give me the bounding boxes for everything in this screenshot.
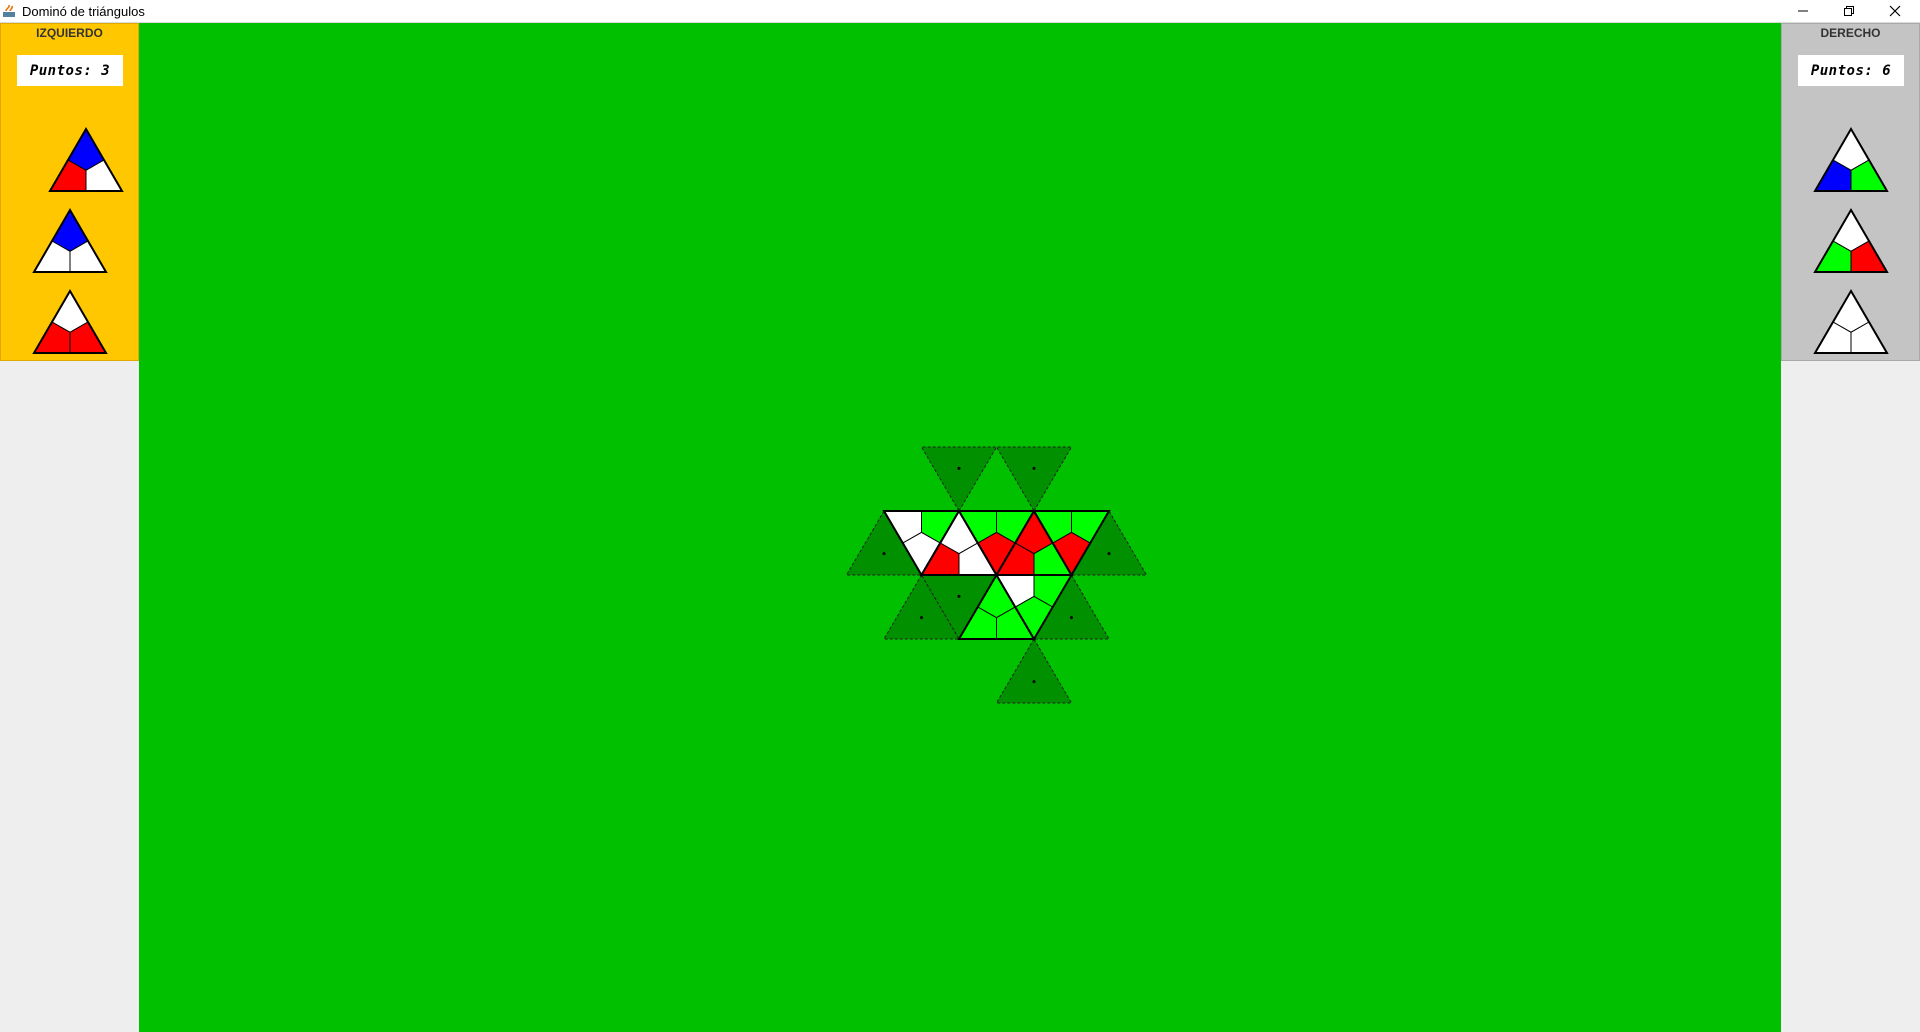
slot-dot — [1032, 466, 1036, 470]
left-hand-piece-2[interactable] — [32, 208, 108, 274]
close-icon — [1889, 5, 1901, 17]
board-canvas[interactable] — [139, 23, 1781, 1032]
restore-icon — [1844, 6, 1854, 16]
hand-piece-tile[interactable] — [32, 208, 108, 273]
right-player-name: DERECHO — [1820, 26, 1881, 40]
left-hand-piece-3[interactable] — [32, 289, 108, 355]
window-title: Dominó de triángulos — [22, 4, 145, 19]
slot-dot — [920, 616, 923, 620]
java-app-icon — [3, 4, 15, 17]
hand-piece-tile[interactable] — [32, 289, 108, 354]
hand-piece-tile[interactable] — [48, 127, 124, 192]
slot-dot — [882, 552, 886, 556]
hand-piece-tile[interactable] — [1813, 289, 1889, 354]
open-slot[interactable] — [995, 638, 1073, 704]
left-player-score: Puntos: 3 — [17, 55, 123, 86]
open-slot-shape — [995, 446, 1073, 512]
slot-dot — [957, 466, 961, 470]
hand-piece-tile[interactable] — [1813, 127, 1889, 192]
slot-dot — [1032, 680, 1036, 684]
slot-dot — [1107, 552, 1111, 556]
hand-piece-tile[interactable] — [1813, 208, 1889, 273]
slot-dot — [957, 594, 961, 598]
open-slot-shape — [920, 446, 998, 512]
right-hand-piece-2[interactable] — [1813, 208, 1889, 274]
title-bar: Dominó de triángulos — [0, 0, 1920, 23]
open-slot-shape — [995, 638, 1073, 704]
left-hand-piece-1[interactable] — [48, 127, 124, 193]
game-board[interactable] — [139, 23, 1781, 1032]
right-hand-piece-3[interactable] — [1813, 289, 1889, 355]
minimize-button[interactable] — [1780, 0, 1826, 22]
right-player-panel: DERECHO Puntos: 6 — [1781, 23, 1920, 361]
restore-button[interactable] — [1826, 0, 1872, 22]
close-button[interactable] — [1872, 0, 1918, 22]
left-player-panel: IZQUIERDO Puntos: 3 — [0, 23, 139, 361]
slot-dot — [1070, 616, 1073, 620]
open-slot[interactable] — [995, 446, 1073, 512]
minimize-icon — [1798, 10, 1808, 12]
right-hand-piece-1[interactable] — [1813, 127, 1889, 193]
open-slot[interactable] — [920, 446, 998, 512]
left-player-name: IZQUIERDO — [36, 26, 103, 40]
right-player-score: Puntos: 6 — [1798, 55, 1904, 86]
